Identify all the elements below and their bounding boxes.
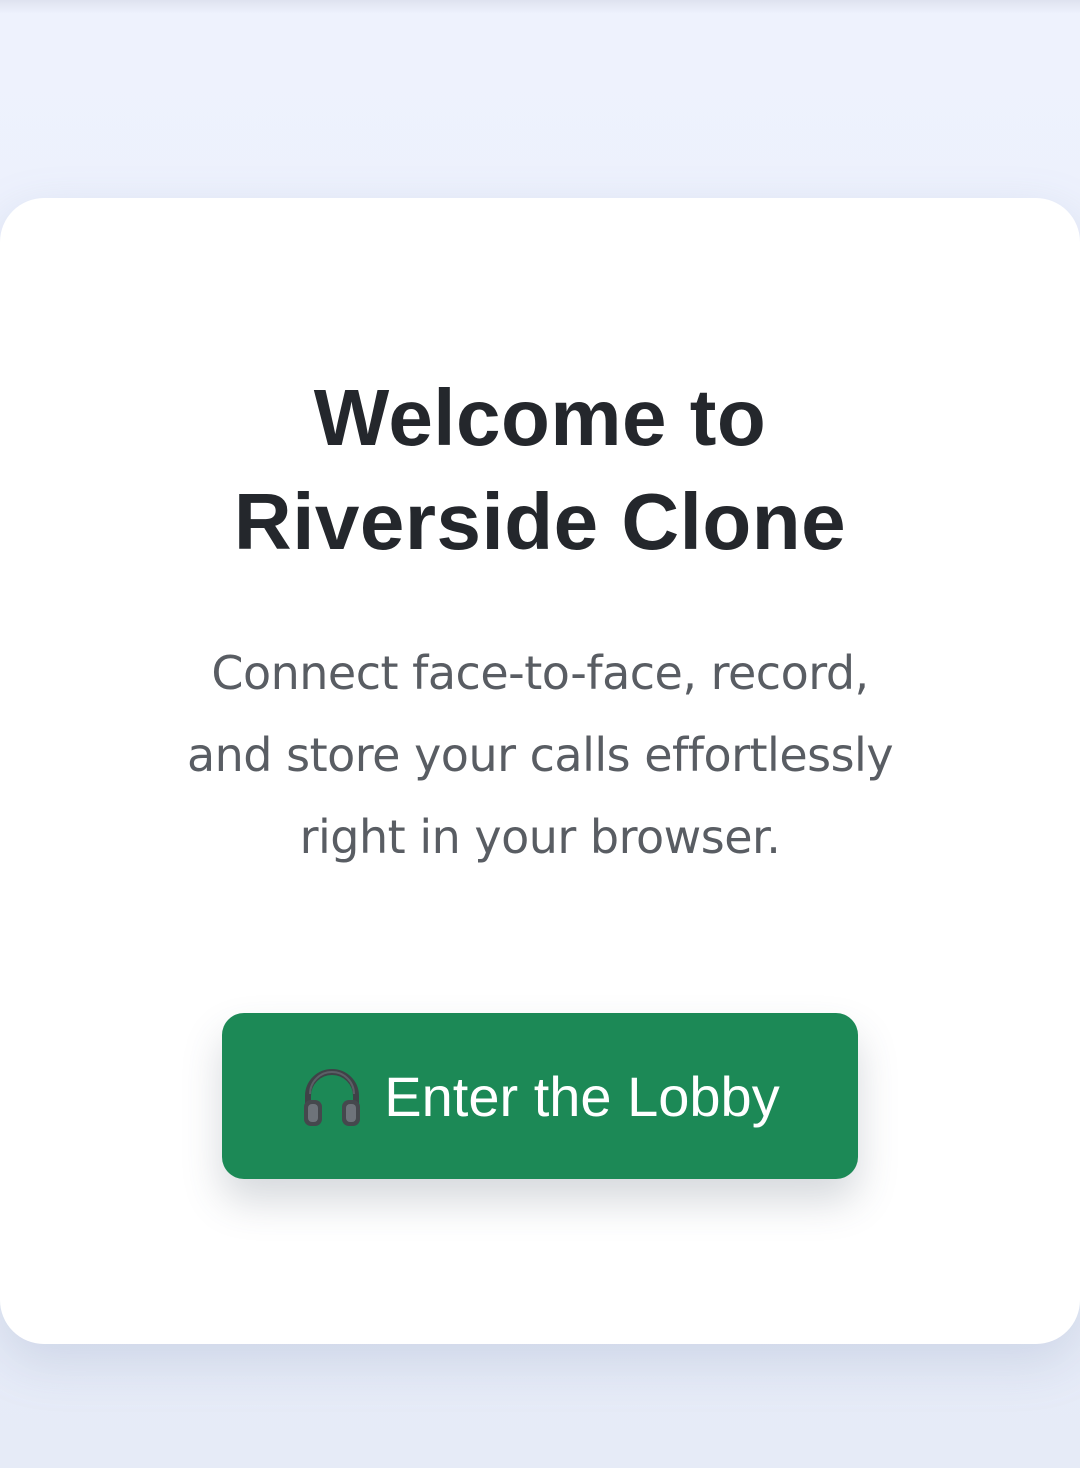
enter-lobby-button[interactable]: Enter the Lobby bbox=[222, 1013, 858, 1179]
page-title: Welcome to Riverside Clone bbox=[0, 366, 1080, 574]
title-line-1: Welcome to bbox=[313, 373, 767, 462]
page-subtitle: Connect face-to-face, record, and store … bbox=[150, 632, 930, 878]
title-line-2: Riverside Clone bbox=[233, 477, 847, 566]
enter-lobby-label: Enter the Lobby bbox=[384, 1064, 780, 1128]
top-shadow bbox=[0, 0, 1080, 14]
headphones-icon bbox=[300, 1064, 364, 1128]
subtitle-line-1: Connect face-to-face, record, bbox=[211, 646, 869, 700]
welcome-card: Welcome to Riverside Clone Connect face-… bbox=[0, 198, 1080, 1344]
subtitle-line-2: and store your calls effortlessly bbox=[186, 728, 894, 782]
subtitle-line-3: right in your browser. bbox=[299, 810, 781, 864]
